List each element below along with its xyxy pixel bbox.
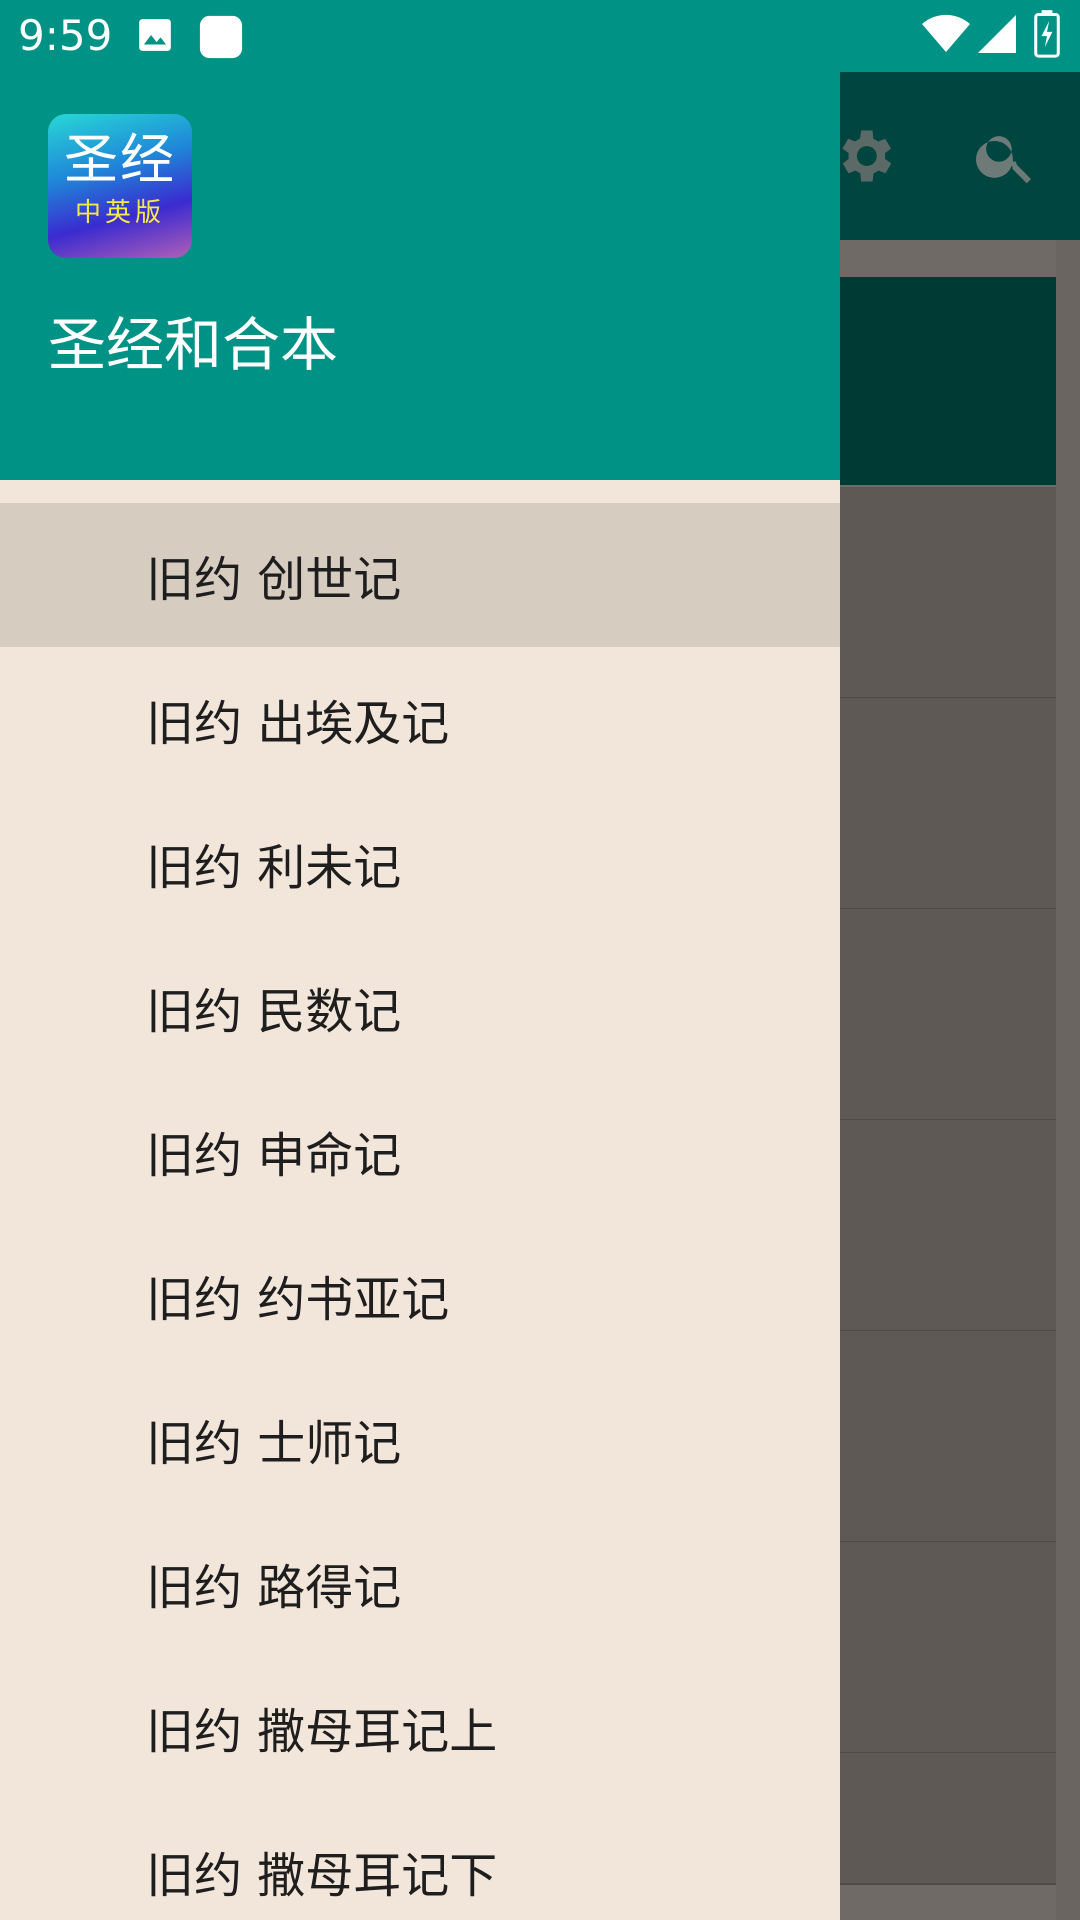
search-icon[interactable] <box>972 122 1040 190</box>
app-logo: 圣经 中英版 <box>48 114 192 258</box>
scroll-track <box>1056 240 1080 1920</box>
menu-item-2-samuel[interactable]: 旧约 撒母耳记下 <box>0 1799 840 1920</box>
menu-item-genesis[interactable]: 旧约 创世记 <box>0 503 840 647</box>
content-row[interactable] <box>840 487 1056 699</box>
cell-signal-icon <box>978 14 1016 58</box>
content-row[interactable] <box>840 698 1056 910</box>
battery-charging-icon <box>1034 10 1060 62</box>
menu-item-label: 旧约 撒母耳记下 <box>146 1848 498 1904</box>
image-icon <box>136 16 174 58</box>
settings-icon[interactable] <box>830 122 898 190</box>
drawer-header: 圣经 中英版 圣经和合本 <box>0 0 840 480</box>
menu-item-numbers[interactable]: 旧约 民数记 <box>0 935 840 1079</box>
app-notification-icon <box>198 14 244 64</box>
menu-item-label: 旧约 路得记 <box>146 1560 402 1616</box>
menu-item-1-samuel[interactable]: 旧约 撒母耳记上 <box>0 1655 840 1799</box>
book-menu: 旧约 创世记 旧约 出埃及记 旧约 利未记 旧约 民数记 旧约 申命记 旧约 约… <box>0 503 840 1920</box>
wifi-icon <box>922 14 970 58</box>
menu-item-label: 旧约 出埃及记 <box>146 696 450 752</box>
logo-subtitle: 中英版 <box>74 198 165 228</box>
menu-item-label: 旧约 撒母耳记上 <box>146 1704 498 1760</box>
menu-item-leviticus[interactable]: 旧约 利未记 <box>0 791 840 935</box>
menu-item-label: 旧约 利未记 <box>146 840 402 896</box>
content-row[interactable] <box>840 1120 1056 1332</box>
menu-item-label: 旧约 士师记 <box>146 1416 402 1472</box>
menu-item-ruth[interactable]: 旧约 路得记 <box>0 1511 840 1655</box>
content-row[interactable] <box>840 1542 1056 1754</box>
content-card-header <box>840 277 1056 485</box>
status-bar: 9:59 <box>0 0 1080 72</box>
drawer-title: 圣经和合本 <box>48 311 339 379</box>
navigation-drawer: 圣经 中英版 圣经和合本 旧约 创世记 旧约 出埃及记 旧约 利未记 旧约 民数… <box>0 0 840 1920</box>
menu-item-label: 旧约 申命记 <box>146 1128 402 1184</box>
content-row[interactable] <box>840 909 1056 1121</box>
menu-item-label: 旧约 创世记 <box>146 552 402 608</box>
logo-title: 圣经 <box>64 128 176 191</box>
menu-item-deuteronomy[interactable]: 旧约 申命记 <box>0 1079 840 1223</box>
content-row[interactable] <box>840 1753 1056 1885</box>
menu-item-label: 旧约 民数记 <box>146 984 402 1040</box>
menu-item-label: 旧约 约书亚记 <box>146 1272 450 1328</box>
content-row[interactable] <box>840 1331 1056 1543</box>
menu-item-joshua[interactable]: 旧约 约书亚记 <box>0 1223 840 1367</box>
status-time: 9:59 <box>18 11 113 60</box>
menu-item-judges[interactable]: 旧约 士师记 <box>0 1367 840 1511</box>
menu-item-exodus[interactable]: 旧约 出埃及记 <box>0 647 840 791</box>
